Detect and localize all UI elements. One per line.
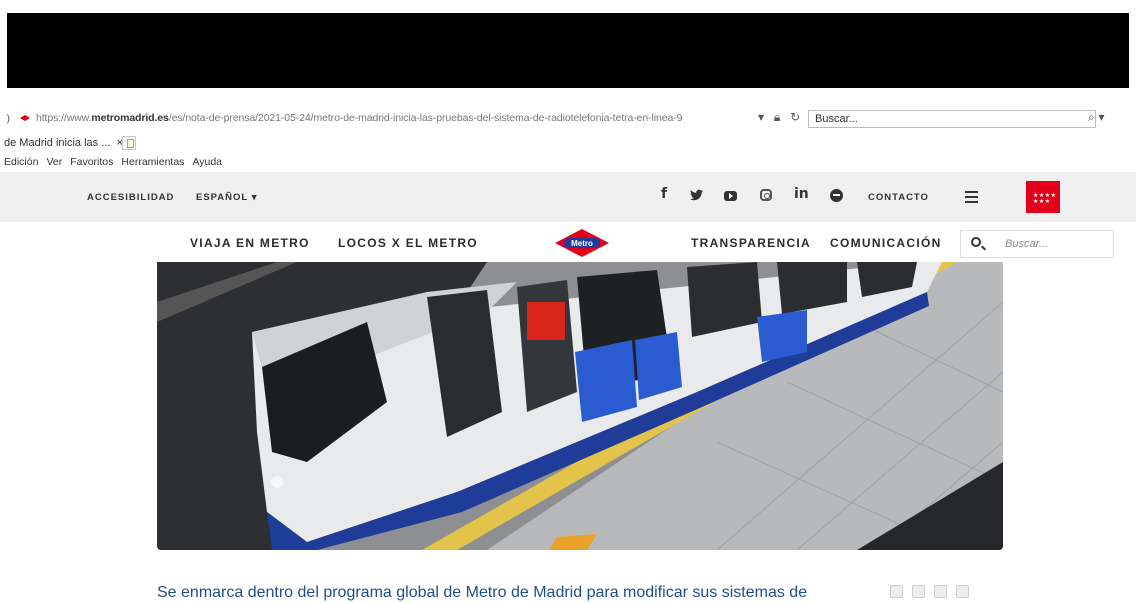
youtube-icon[interactable] [724,191,737,201]
browser-address-row: ) https://www.metromadrid.es/es/nota-de-… [0,108,1136,132]
nav-item-comunicacion[interactable]: COMUNICACIÓN [830,236,942,250]
metro-madrid-logo[interactable]: Metro [555,229,609,257]
audio-icon[interactable] [934,585,947,598]
hero-image-metro-train [157,262,1003,550]
tab-title: de Madrid inicia las ... [4,137,111,149]
nav-item-locos-x-el-metro[interactable]: LOCOS X EL METRO [338,236,478,250]
metro-logo-text: Metro [571,239,593,248]
linkedin-icon[interactable]: in [794,186,809,202]
facebook-icon[interactable]: f [661,186,667,202]
refresh-icon[interactable]: ↻ [790,110,800,124]
spotify-icon[interactable] [830,189,843,202]
accessibility-link[interactable]: ACCESIBILIDAD [87,192,174,203]
language-selector[interactable]: ESPAÑOL ▾ [196,192,257,203]
lock-icon[interactable]: 🔒︎ [774,110,780,124]
address-bar-tools: ▾ 🔒︎ ↻ [758,110,806,125]
menu-item-favoritos[interactable]: Favoritos [70,156,113,168]
redacted-bar [7,13,1129,88]
image-icon[interactable] [890,585,903,598]
address-bar-url[interactable]: https://www.metromadrid.es/es/nota-de-pr… [36,112,682,124]
language-label: ESPAÑOL [196,192,249,203]
search-dropdown-icon[interactable]: ⌕ ▾ [1088,110,1105,125]
new-tab-icon[interactable] [122,136,136,150]
document-icon[interactable] [956,585,969,598]
menu-item-edicion[interactable]: Edición [4,156,38,168]
main-navigation: VIAJA EN METRO LOCOS X EL METRO Metro TR… [0,222,1136,264]
hamburger-menu-icon[interactable] [965,191,978,206]
back-chevron-icon[interactable]: ) [6,112,10,125]
menu-item-herramientas[interactable]: Herramientas [121,156,184,168]
menu-item-ayuda[interactable]: Ayuda [192,156,222,168]
media-icons [890,585,978,603]
video-icon[interactable] [912,585,925,598]
article-lead-text: Se enmarca dentro del programa global de… [157,584,808,601]
caret-down-icon: ▾ [251,192,258,203]
nav-item-viaja-en-metro[interactable]: VIAJA EN METRO [190,236,310,250]
dropdown-icon[interactable]: ▾ [758,110,764,124]
contact-link[interactable]: CONTACTO [868,192,929,203]
nav-item-transparencia[interactable]: TRANSPARENCIA [691,236,811,250]
site-search-placeholder: Buscar... [1005,238,1048,250]
search-icon [971,237,981,247]
comunidad-madrid-flag-logo[interactable]: ★★★★ ★★★ [1026,181,1060,213]
menu-item-ver[interactable]: Ver [46,156,62,168]
browser-search-input[interactable]: Buscar... [808,110,1096,128]
site-search-input[interactable]: Buscar... [960,230,1114,258]
browser-menu-bar: Edición Ver Favoritos Herramientas Ayuda [0,156,1136,173]
favicon-icon [20,115,30,121]
instagram-icon[interactable] [760,189,772,201]
site-top-bar: ACCESIBILIDAD ESPAÑOL ▾ f in CONTACTO ★★… [0,172,1136,222]
twitter-icon[interactable] [690,189,703,201]
